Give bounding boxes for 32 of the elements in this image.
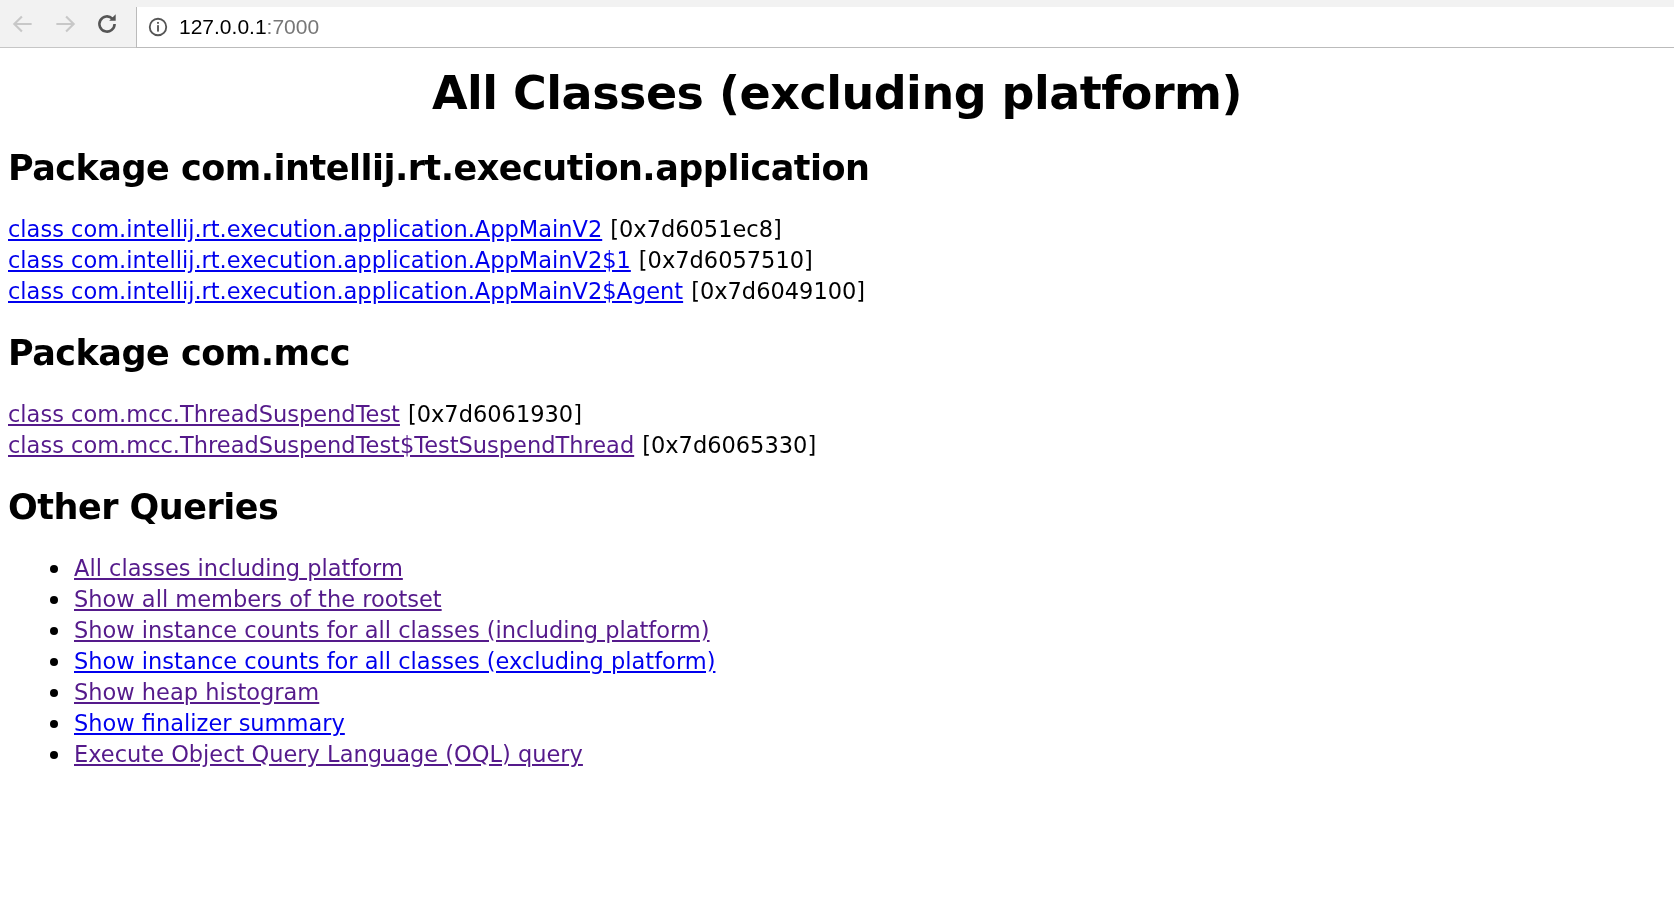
query-link[interactable]: Show heap histogram [74,677,320,708]
class-link[interactable]: class com.mcc.ThreadSuspendTest [8,399,400,430]
class-link[interactable]: class com.mcc.ThreadSuspendTest$TestSuspendThread [8,430,635,461]
class-link[interactable]: class com.intellij.rt.execution.application.AppMainV2$Agent [8,276,684,307]
bullet-icon [50,564,58,573]
address-bar[interactable]: 127.0.0.1:7000 [136,6,1674,48]
bullet-icon [50,750,58,759]
object-address: [0x7d6051ec8] [610,215,782,244]
bullet-icon [50,719,58,728]
bullet-icon [50,657,58,666]
query-link[interactable]: Show finalizer summary [74,708,345,739]
url-host: 127.0.0.1 [179,14,267,39]
section-heading: Other Queries [8,487,280,527]
object-address: [0x7d6049100] [691,277,866,306]
url-port: :7000 [266,14,320,39]
bullet-icon [50,688,58,697]
object-address: [0x7d6057510] [638,246,813,275]
query-link[interactable]: Show instance counts for all classes (excluding platform) [74,646,716,677]
section-heading: Package com.mcc [8,333,351,373]
object-address: [0x7d6065330] [642,431,817,460]
query-link[interactable]: All classes including platform [74,553,403,584]
class-link[interactable]: class com.intellij.rt.execution.application.AppMainV2$1 [8,245,631,276]
object-address: [0x7d6061930] [407,400,582,429]
info-icon[interactable] [147,15,169,38]
bullet-icon [50,595,58,604]
query-link[interactable]: Show instance counts for all classes (including platform) [74,615,710,646]
class-link[interactable]: class com.intellij.rt.execution.application.AppMainV2 [8,214,603,245]
section-heading: Package com.intellij.rt.execution.application [8,148,871,188]
query-link[interactable]: Show all members of the rootset [74,584,442,615]
page-title: All Classes (excluding platform) [430,66,1244,120]
bullet-icon [50,626,58,635]
query-link[interactable]: Execute Object Query Language (OQL) query [74,739,583,770]
